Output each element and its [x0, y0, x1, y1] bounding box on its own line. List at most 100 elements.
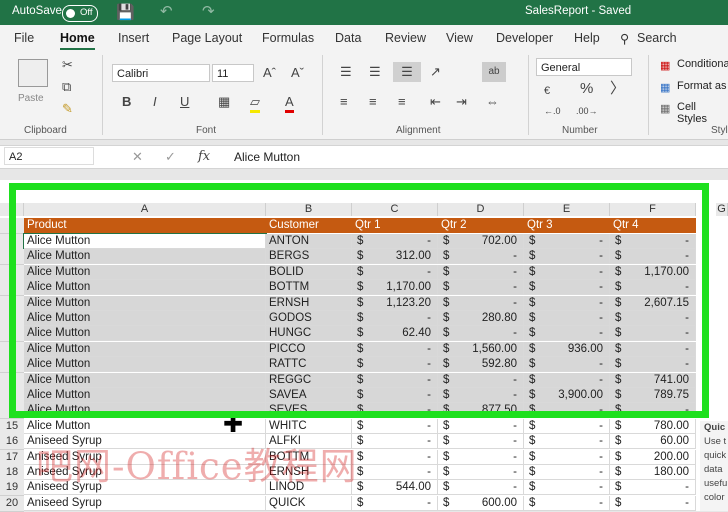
enter-icon[interactable]: ✓: [165, 149, 176, 165]
cell-q3[interactable]: $ -: [524, 480, 610, 496]
align-bottom-icon[interactable]: ☰: [393, 62, 421, 82]
number-format-box[interactable]: General: [536, 58, 632, 76]
cell-q3[interactable]: $ -: [524, 418, 610, 434]
cell-q1[interactable]: $ -: [352, 495, 438, 511]
increase-decimal-icon[interactable]: ←.0: [544, 103, 561, 119]
decrease-decimal-icon[interactable]: .00→: [576, 103, 598, 119]
cell-q1[interactable]: $ -: [352, 465, 438, 480]
side-panel-line: color: [704, 492, 725, 503]
format-table-icon[interactable]: ▦: [660, 80, 670, 96]
conditional-format-icon[interactable]: ▦: [660, 58, 670, 74]
format-painter-icon[interactable]: ✎: [62, 101, 73, 117]
undo-icon[interactable]: ↶: [160, 2, 173, 20]
tab-help[interactable]: Help: [574, 31, 600, 45]
cell-styles-button[interactable]: Cell Styles: [677, 101, 728, 125]
cell-q1[interactable]: $ -: [352, 418, 438, 434]
tab-review[interactable]: Review: [385, 31, 426, 45]
paste-label[interactable]: Paste: [18, 91, 44, 107]
cell-q2[interactable]: $ -: [438, 480, 524, 496]
increase-font-icon[interactable]: Aˆ: [263, 65, 276, 81]
align-center-icon[interactable]: ≡: [369, 94, 377, 110]
cell-value: 544.00: [395, 481, 431, 494]
row-number[interactable]: 20: [0, 495, 24, 512]
ribbon-tabs: File Home Insert Page Layout Formulas Da…: [0, 25, 728, 51]
redo-icon[interactable]: ↷: [202, 2, 215, 20]
currency-symbol: $: [529, 419, 536, 432]
cut-icon[interactable]: ✂: [62, 57, 73, 73]
cell-q3[interactable]: $ -: [524, 465, 610, 480]
search-box[interactable]: Search: [637, 31, 677, 45]
tab-data[interactable]: Data: [335, 31, 361, 45]
borders-icon[interactable]: ▦: [218, 94, 230, 110]
decrease-font-icon[interactable]: Aˇ: [291, 65, 304, 81]
cell-q1[interactable]: $544.00: [352, 480, 438, 496]
paste-icon[interactable]: [18, 59, 48, 87]
cell-q2[interactable]: $ -: [438, 465, 524, 480]
row-number[interactable]: 17: [0, 449, 24, 466]
cancel-icon[interactable]: ✕: [132, 149, 143, 165]
cell-q2[interactable]: $ -: [438, 418, 524, 434]
tab-insert[interactable]: Insert: [118, 31, 149, 45]
cell-q2[interactable]: $600.00: [438, 495, 524, 511]
tab-file[interactable]: File: [14, 31, 34, 45]
accounting-format-icon[interactable]: €: [544, 83, 550, 99]
cell-q4[interactable]: $ -: [610, 480, 696, 496]
increase-indent-icon[interactable]: ⇥: [456, 94, 467, 110]
tab-home[interactable]: Home: [60, 31, 95, 50]
orientation-icon[interactable]: ↗: [430, 64, 441, 80]
cell-q4[interactable]: $180.00: [610, 465, 696, 480]
conditional-formatting-button[interactable]: Conditiona: [677, 58, 728, 70]
search-icon[interactable]: ⚲: [620, 31, 629, 46]
bold-icon[interactable]: B: [122, 94, 131, 110]
cell-q3[interactable]: $ -: [524, 434, 610, 450]
cell-styles-icon[interactable]: ▦: [660, 101, 670, 117]
merge-center-icon[interactable]: ⇔: [486, 94, 499, 110]
cell-q4[interactable]: $200.00: [610, 449, 696, 465]
column-header-g[interactable]: G: [716, 203, 728, 216]
tab-page-layout[interactable]: Page Layout: [172, 31, 242, 45]
copy-icon[interactable]: ⧉: [62, 79, 71, 95]
align-top-icon[interactable]: ☰: [340, 64, 352, 80]
autosave-toggle[interactable]: Off: [62, 5, 98, 22]
align-left-icon[interactable]: ≡: [340, 94, 348, 110]
fill-color-icon[interactable]: ▱: [250, 94, 260, 113]
percent-icon[interactable]: %: [580, 81, 593, 97]
cell-q1[interactable]: $ -: [352, 434, 438, 450]
row-number[interactable]: 16: [0, 434, 24, 451]
formula-content[interactable]: Alice Mutton: [234, 150, 300, 164]
tab-developer[interactable]: Developer: [496, 31, 553, 45]
row-number[interactable]: 19: [0, 480, 24, 497]
divider: [528, 55, 529, 135]
cell-q3[interactable]: $ -: [524, 449, 610, 465]
cell-customer[interactable]: QUICK: [266, 495, 352, 511]
tab-view[interactable]: View: [446, 31, 473, 45]
italic-icon[interactable]: I: [153, 94, 157, 110]
tab-formulas[interactable]: Formulas: [262, 31, 314, 45]
font-size-box[interactable]: 11: [212, 64, 254, 82]
cell-q4[interactable]: $60.00: [610, 434, 696, 450]
font-name-box[interactable]: Calibri: [112, 64, 210, 82]
cell-value: -: [427, 419, 431, 432]
decrease-indent-icon[interactable]: ⇤: [430, 94, 441, 110]
align-right-icon[interactable]: ≡: [398, 94, 406, 110]
save-icon[interactable]: 💾: [116, 3, 135, 21]
cell-q1[interactable]: $ -: [352, 449, 438, 465]
insert-function-icon[interactable]: fx: [198, 149, 210, 165]
row-number[interactable]: 15: [0, 418, 24, 435]
wrap-text-icon[interactable]: ab: [482, 62, 506, 82]
cell-q3[interactable]: $ -: [524, 495, 610, 511]
cell-q4[interactable]: $ -: [610, 495, 696, 511]
cell-q4[interactable]: $780.00: [610, 418, 696, 434]
cell-customer[interactable]: WHITC: [266, 418, 352, 434]
format-as-table-button[interactable]: Format as: [677, 80, 727, 92]
row-number[interactable]: 18: [0, 465, 24, 481]
name-box[interactable]: A2: [4, 147, 94, 165]
align-middle-icon[interactable]: ☰: [369, 64, 381, 80]
underline-icon[interactable]: U: [180, 94, 189, 110]
cell-product[interactable]: Aniseed Syrup: [24, 495, 266, 511]
cell-value: -: [513, 419, 517, 432]
font-color-icon[interactable]: A: [285, 94, 294, 113]
cell-q2[interactable]: $ -: [438, 449, 524, 465]
comma-style-icon[interactable]: 〉: [610, 81, 625, 97]
cell-q2[interactable]: $ -: [438, 434, 524, 450]
